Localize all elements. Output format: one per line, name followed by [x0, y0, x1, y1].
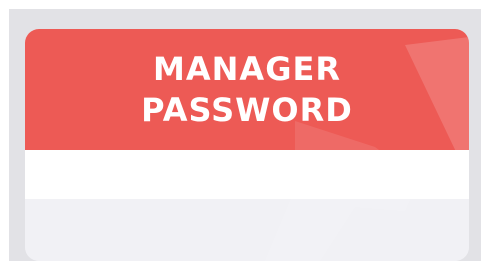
card-header: MANAGER PASSWORD	[25, 29, 469, 150]
password-input-bar[interactable]	[25, 150, 469, 199]
card-lower-area	[25, 199, 469, 261]
card-title-line-1: MANAGER	[153, 50, 341, 88]
card-title: MANAGER PASSWORD	[25, 49, 469, 131]
manager-password-card[interactable]: MANAGER PASSWORD	[25, 29, 469, 261]
card-title-line-2: PASSWORD	[141, 91, 353, 129]
